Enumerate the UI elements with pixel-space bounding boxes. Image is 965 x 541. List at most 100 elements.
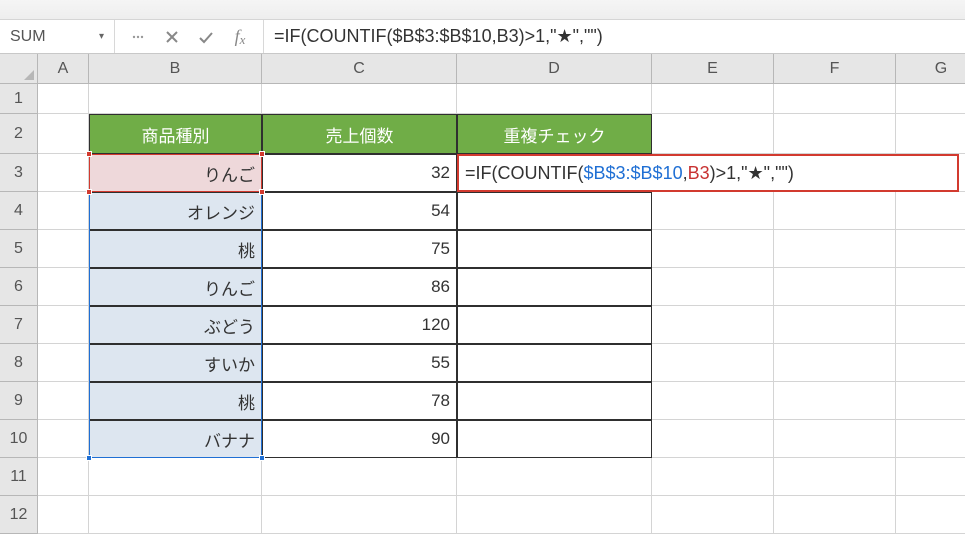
cell-product[interactable]: りんご xyxy=(89,154,262,192)
cell-sales[interactable]: 55 xyxy=(262,344,457,382)
range-handle[interactable] xyxy=(259,151,265,157)
cell[interactable] xyxy=(652,458,774,496)
row-header-4[interactable]: 4 xyxy=(0,192,38,230)
cell[interactable] xyxy=(774,114,896,154)
row-header-6[interactable]: 6 xyxy=(0,268,38,306)
row-header-5[interactable]: 5 xyxy=(0,230,38,268)
cell[interactable] xyxy=(774,458,896,496)
cell-sales[interactable]: 32 xyxy=(262,154,457,192)
header-dup[interactable]: 重複チェック xyxy=(457,114,652,154)
cell-product[interactable]: オレンジ xyxy=(89,192,262,230)
cell[interactable] xyxy=(38,84,89,114)
cell[interactable] xyxy=(652,382,774,420)
column-header-f[interactable]: F xyxy=(774,54,896,84)
cell[interactable] xyxy=(38,496,89,534)
cancel-icon[interactable] xyxy=(155,20,189,53)
row-header-12[interactable]: 12 xyxy=(0,496,38,534)
cell-product[interactable]: 桃 xyxy=(89,230,262,268)
cell-product[interactable]: バナナ xyxy=(89,420,262,458)
cell[interactable] xyxy=(896,382,965,420)
cell[interactable] xyxy=(262,458,457,496)
cell[interactable] xyxy=(457,84,652,114)
cell[interactable] xyxy=(652,496,774,534)
cell-product[interactable]: ぶどう xyxy=(89,306,262,344)
column-header-d[interactable]: D xyxy=(457,54,652,84)
enter-icon[interactable] xyxy=(189,20,223,53)
cell[interactable] xyxy=(774,420,896,458)
cell[interactable] xyxy=(38,382,89,420)
name-box[interactable]: SUM ▾ xyxy=(0,20,115,53)
cell[interactable] xyxy=(774,496,896,534)
formula-more-icon[interactable] xyxy=(121,20,155,53)
cell[interactable] xyxy=(89,458,262,496)
row-header-8[interactable]: 8 xyxy=(0,344,38,382)
cell[interactable] xyxy=(896,306,965,344)
range-handle[interactable] xyxy=(86,455,92,461)
cell[interactable] xyxy=(774,382,896,420)
column-headers[interactable]: ABCDEFG xyxy=(38,54,965,84)
cell-product[interactable]: りんご xyxy=(89,268,262,306)
cell[interactable] xyxy=(457,458,652,496)
range-handle[interactable] xyxy=(86,189,92,195)
cell[interactable] xyxy=(896,84,965,114)
cell[interactable] xyxy=(896,114,965,154)
cell[interactable] xyxy=(38,268,89,306)
cell[interactable] xyxy=(652,84,774,114)
row-header-1[interactable]: 1 xyxy=(0,84,38,114)
cell[interactable] xyxy=(774,84,896,114)
cell-dup[interactable] xyxy=(457,420,652,458)
cell-dup[interactable] xyxy=(457,230,652,268)
column-header-g[interactable]: G xyxy=(896,54,965,84)
cell-product[interactable]: 桃 xyxy=(89,382,262,420)
cell[interactable] xyxy=(38,420,89,458)
cell-sales[interactable]: 120 xyxy=(262,306,457,344)
cell-sales[interactable]: 54 xyxy=(262,192,457,230)
cell-sales[interactable]: 78 xyxy=(262,382,457,420)
row-headers[interactable]: 123456789101112 xyxy=(0,84,38,534)
cell-dup[interactable] xyxy=(457,268,652,306)
cell[interactable] xyxy=(774,230,896,268)
cell[interactable] xyxy=(896,420,965,458)
row-header-2[interactable]: 2 xyxy=(0,114,38,154)
column-header-a[interactable]: A xyxy=(38,54,89,84)
active-cell-formula[interactable]: =IF(COUNTIF($B$3:$B$10,B3)>1,"★","") xyxy=(457,154,959,192)
row-header-7[interactable]: 7 xyxy=(0,306,38,344)
cell[interactable] xyxy=(457,496,652,534)
formula-input[interactable]: =IF(COUNTIF($B$3:$B$10,B3)>1,"★","") xyxy=(264,20,965,53)
cell[interactable] xyxy=(652,268,774,306)
cell[interactable] xyxy=(89,496,262,534)
chevron-down-icon[interactable]: ▾ xyxy=(99,31,104,42)
cell[interactable] xyxy=(652,306,774,344)
cell[interactable] xyxy=(38,344,89,382)
cell[interactable] xyxy=(38,154,89,192)
fx-icon[interactable]: fx xyxy=(223,20,257,53)
cell-product[interactable]: すいか xyxy=(89,344,262,382)
cell[interactable] xyxy=(38,306,89,344)
cell[interactable] xyxy=(896,268,965,306)
cell[interactable] xyxy=(896,192,965,230)
cell[interactable] xyxy=(896,458,965,496)
cell[interactable] xyxy=(896,230,965,268)
cell[interactable] xyxy=(896,496,965,534)
cell[interactable] xyxy=(38,458,89,496)
cell-dup[interactable] xyxy=(457,344,652,382)
cell[interactable] xyxy=(774,192,896,230)
column-header-e[interactable]: E xyxy=(652,54,774,84)
range-handle[interactable] xyxy=(259,189,265,195)
cell-sales[interactable]: 75 xyxy=(262,230,457,268)
cell-dup[interactable] xyxy=(457,382,652,420)
cell[interactable] xyxy=(38,192,89,230)
row-header-3[interactable]: 3 xyxy=(0,154,38,192)
cell[interactable] xyxy=(262,496,457,534)
cell[interactable] xyxy=(774,306,896,344)
cell-sales[interactable]: 90 xyxy=(262,420,457,458)
column-header-c[interactable]: C xyxy=(262,54,457,84)
row-header-11[interactable]: 11 xyxy=(0,458,38,496)
range-handle[interactable] xyxy=(259,455,265,461)
cell-dup[interactable] xyxy=(457,192,652,230)
header-sales[interactable]: 売上個数 xyxy=(262,114,457,154)
cell[interactable] xyxy=(774,268,896,306)
cell[interactable] xyxy=(652,192,774,230)
row-header-10[interactable]: 10 xyxy=(0,420,38,458)
cell[interactable] xyxy=(652,114,774,154)
